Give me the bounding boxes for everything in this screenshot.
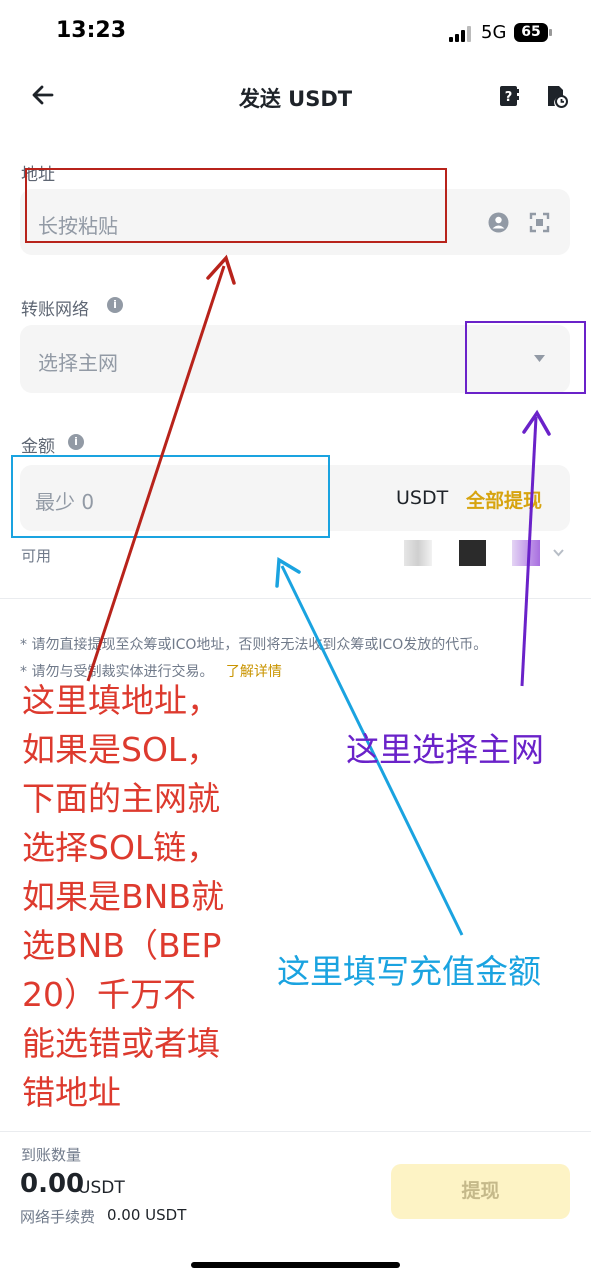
address-book-icon[interactable]: ? bbox=[497, 84, 521, 108]
red-line: 选BNB（BEP bbox=[22, 926, 222, 965]
amount-label: 金额 bbox=[21, 437, 55, 457]
red-line: 如果是SOL， bbox=[22, 730, 220, 769]
network-fee-label: 网络手续费 bbox=[20, 1208, 96, 1226]
red-line: 错地址 bbox=[22, 1073, 121, 1112]
battery-icon: 65 bbox=[514, 23, 548, 42]
battery-tip bbox=[549, 29, 552, 36]
network-info-icon[interactable]: i bbox=[107, 297, 123, 313]
receive-amount: 0.00 bbox=[20, 1169, 85, 1199]
network-fee-value: 0.00 USDT bbox=[107, 1206, 187, 1224]
red-line: 20）千万不 bbox=[22, 975, 196, 1014]
scan-icon[interactable] bbox=[529, 212, 550, 233]
redacted-balance-dark bbox=[459, 540, 486, 566]
home-indicator[interactable] bbox=[191, 1262, 400, 1268]
available-label: 可用 bbox=[21, 547, 52, 565]
amount-highlight-box bbox=[11, 455, 330, 538]
red-annotation: 这里填地址， 如果是SOL， 下面的主网就 选择SOL链， 如果是BNB就 选B… bbox=[22, 676, 277, 1117]
bottom-divider bbox=[0, 1131, 591, 1132]
status-time: 13:23 bbox=[56, 18, 127, 43]
red-line: 下面的主网就 bbox=[22, 779, 220, 818]
amount-unit: USDT bbox=[396, 487, 449, 509]
network-placeholder: 选择主网 bbox=[38, 351, 118, 375]
chevron-down-icon[interactable] bbox=[552, 548, 565, 558]
address-highlight-box bbox=[25, 168, 447, 243]
red-line: 能选错或者填 bbox=[22, 1024, 220, 1063]
signal-icon bbox=[449, 26, 473, 42]
blue-annotation: 这里填写充值金额 bbox=[277, 952, 541, 991]
purple-annotation: 这里选择主网 bbox=[346, 730, 544, 769]
redacted-balance-purple bbox=[512, 540, 540, 566]
redacted-balance bbox=[404, 540, 432, 566]
receive-unit: USDT bbox=[78, 1178, 125, 1198]
amount-info-icon[interactable]: i bbox=[68, 434, 84, 450]
withdraw-button[interactable]: 提现 bbox=[391, 1164, 570, 1219]
history-icon[interactable] bbox=[545, 84, 569, 108]
divider bbox=[0, 598, 591, 599]
network-type: 5G bbox=[481, 22, 507, 43]
red-line: 选择SOL链， bbox=[22, 828, 220, 867]
network-highlight-box bbox=[465, 321, 586, 394]
receive-amount-label: 到账数量 bbox=[21, 1146, 82, 1164]
red-line: 这里填地址， bbox=[22, 681, 220, 720]
withdraw-all-button[interactable]: 全部提现 bbox=[466, 486, 542, 513]
contact-icon[interactable] bbox=[488, 212, 509, 233]
network-label: 转账网络 bbox=[21, 300, 89, 320]
svg-text:?: ? bbox=[505, 90, 513, 105]
red-line: 如果是BNB就 bbox=[22, 877, 224, 916]
ico-warning-note: * 请勿直接提现至众筹或ICO地址，否则将无法收到众筹或ICO发放的代币。 bbox=[20, 637, 488, 653]
